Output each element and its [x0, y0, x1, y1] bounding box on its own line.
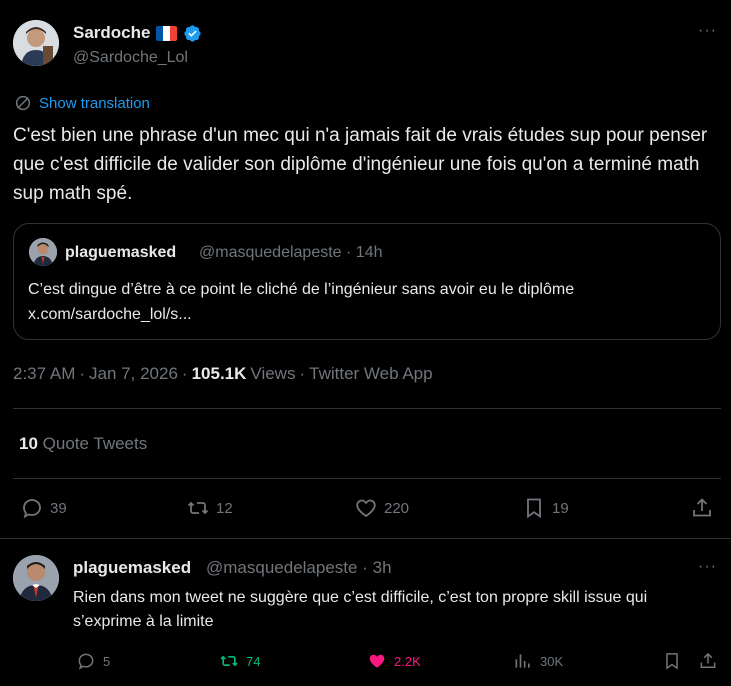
- reply-button[interactable]: 39: [20, 496, 67, 520]
- translate-icon: [15, 95, 31, 111]
- bookmark-icon: [666, 653, 678, 670]
- dot-separator: ·: [299, 364, 306, 383]
- reply-author-avatar[interactable]: [13, 555, 59, 601]
- quote-tweets-label: Quote Tweets: [42, 434, 148, 453]
- show-translation-label: Show translation: [39, 94, 150, 112]
- reply-like-button[interactable]: 2.2K: [367, 651, 421, 671]
- tweet-meta: 2:37 AM · Jan 7, 2026 · 105.1K Views · T…: [13, 364, 433, 384]
- reply-like-count: 2.2K: [394, 653, 421, 669]
- reply-author-handle[interactable]: @masquedelapeste: [206, 558, 357, 577]
- reply-bookmark-button[interactable]: [662, 651, 682, 671]
- verified-badge-icon[interactable]: [183, 24, 202, 43]
- quoted-tweet-card[interactable]: plaguemasked @masquedelapeste · 14h C’es…: [13, 223, 721, 340]
- reply-more-icon[interactable]: ···: [698, 558, 717, 576]
- tweet-date[interactable]: Jan 7, 2026: [89, 364, 178, 384]
- retweet-button[interactable]: 12: [186, 496, 233, 520]
- quoted-author-name: plaguemasked: [65, 244, 177, 261]
- like-icon: [369, 654, 385, 668]
- quote-tweets-link[interactable]: 10 Quote Tweets: [19, 434, 147, 454]
- share-icon: [700, 652, 716, 668]
- quoted-author-handle: @masquedelapeste: [199, 244, 342, 261]
- like-icon: [356, 499, 376, 518]
- bookmark-icon: [527, 498, 541, 519]
- client-name: Twitter Web App: [309, 364, 433, 383]
- divider: [13, 408, 721, 409]
- share-icon: [693, 498, 711, 517]
- reply-views-button[interactable]: 30K: [513, 651, 563, 671]
- views-label: Views: [250, 364, 296, 383]
- quoted-text-line1: C’est dingue d’être à ce point le cliché…: [28, 281, 575, 298]
- reply-reply-button[interactable]: 5: [76, 651, 110, 671]
- more-icon[interactable]: ···: [698, 22, 717, 40]
- quoted-author-avatar: [29, 238, 57, 266]
- like-button[interactable]: 220: [354, 496, 409, 520]
- reply-text: Rien dans mon tweet ne suggère que c’est…: [73, 589, 648, 630]
- author-avatar[interactable]: [13, 20, 59, 66]
- dot-separator: ·: [79, 364, 86, 383]
- tweet-time[interactable]: 2:37 AM: [13, 364, 75, 384]
- retweet-count: 12: [216, 499, 233, 517]
- quote-tweets-count: 10: [19, 434, 38, 453]
- retweet-icon: [187, 501, 209, 515]
- reply-author-meta: @masquedelapeste · 3h: [206, 558, 392, 578]
- reply-reply-count: 5: [103, 653, 111, 669]
- reply-retweet-button[interactable]: 74: [219, 651, 260, 671]
- reply-retweet-count: 74: [246, 653, 261, 669]
- tweet-text: C'est bien une phrase d'un mec qui n'a j…: [13, 125, 708, 204]
- author-handle[interactable]: @Sardoche_Lol: [73, 49, 188, 67]
- france-flag-icon: [156, 25, 178, 41]
- bookmark-button[interactable]: 19: [522, 496, 569, 520]
- views-count: 105.1K: [191, 364, 247, 383]
- reply-count: 39: [50, 499, 67, 517]
- reply-views-count: 30K: [540, 653, 564, 669]
- divider: [13, 478, 721, 479]
- dot-separator: ·: [362, 558, 368, 577]
- quoted-age: 14h: [355, 244, 383, 261]
- reply-author-name[interactable]: plaguemasked: [73, 558, 191, 578]
- views-icon: [515, 654, 530, 668]
- share-button[interactable]: [690, 496, 714, 520]
- like-count: 220: [384, 499, 410, 517]
- reply-icon: [23, 499, 41, 519]
- quoted-text-link: x.com/sardoche_lol/s...: [28, 306, 192, 323]
- quoted-text: C’est dingue d’être à ce point le cliché…: [28, 277, 708, 327]
- retweet-icon: [220, 655, 238, 667]
- show-translation-link[interactable]: Show translation: [14, 94, 150, 112]
- reply-share-button[interactable]: [698, 651, 718, 671]
- author-name[interactable]: Sardoche: [73, 23, 150, 43]
- dot-separator: ·: [181, 364, 188, 383]
- divider: [0, 538, 731, 539]
- author-name-row: Sardoche: [73, 23, 202, 43]
- quoted-author-meta: @masquedelapeste · 14h: [199, 244, 383, 262]
- dot-separator: ·: [346, 244, 352, 261]
- reply-icon: [78, 653, 94, 670]
- reply-age[interactable]: 3h: [373, 558, 392, 577]
- bookmark-count: 19: [552, 499, 569, 517]
